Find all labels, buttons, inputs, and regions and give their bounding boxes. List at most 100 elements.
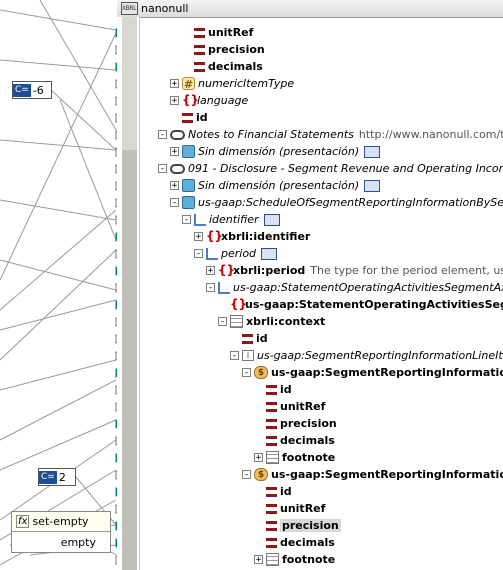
mapping-wire[interactable] <box>0 32 117 281</box>
tree-node[interactable]: unitRef <box>182 24 253 41</box>
tree-node[interactable]: decimals <box>254 432 335 449</box>
tree-node[interactable]: - period <box>194 245 278 262</box>
tree-node[interactable]: -$us-gaap:SegmentReportingInformationRev… <box>242 364 503 381</box>
collapse-toggle[interactable]: - <box>182 215 191 225</box>
constant-badge: C= <box>39 470 57 484</box>
mapping-wire[interactable] <box>49 88 117 151</box>
mapping-wire[interactable] <box>0 9 117 31</box>
glasses-icon <box>170 163 185 174</box>
tree-node[interactable]: +{} xbrli:identifier <box>194 228 310 245</box>
tree-node-description: http://www.nanonull.com/taxonom <box>358 128 503 141</box>
expand-toggle[interactable]: + <box>194 232 203 242</box>
collapse-toggle[interactable]: - <box>158 164 167 174</box>
dimension-settings-button[interactable] <box>263 213 280 226</box>
tree-node-label: id <box>256 332 268 345</box>
tree-node-label: us-gaap:SegmentReportingInformationOpera… <box>271 468 503 481</box>
tree-node[interactable]: id <box>254 483 292 500</box>
tree-node-label: id <box>280 485 292 498</box>
tree-node-label: decimals <box>280 434 335 447</box>
tree-node[interactable]: + footnote <box>254 449 335 466</box>
tree-node[interactable]: + # numericItemType <box>170 75 294 92</box>
collapse-toggle[interactable]: - <box>218 317 227 327</box>
constant-value: -6 <box>32 83 44 97</box>
tree-node[interactable]: id <box>230 330 268 347</box>
collapse-toggle[interactable]: - <box>230 351 239 361</box>
tree-node[interactable]: unitRef <box>254 398 325 415</box>
brace-icon: {} <box>206 229 224 243</box>
tree-node-label: us-gaap:SegmentReportingInformationReven… <box>271 366 503 379</box>
expand-toggle[interactable]: + <box>170 79 179 89</box>
tree-node[interactable]: decimals <box>254 534 335 551</box>
expand-toggle[interactable]: + <box>206 266 215 276</box>
period-icon <box>218 281 230 294</box>
expand-toggle[interactable]: + <box>254 453 263 463</box>
mapping-wire[interactable] <box>39 0 117 131</box>
tree-node[interactable]: {} us-gaap:StatementOperatingActivitiesSe… <box>218 296 503 313</box>
tree-node-label: xbrli:period <box>233 264 306 277</box>
tree-node[interactable]: + Sin dimensión (presentación) <box>170 177 381 194</box>
function-box-set-empty[interactable]: fx set-empty empty <box>11 511 111 553</box>
table-icon <box>266 451 279 464</box>
expand-toggle[interactable]: + <box>170 96 179 106</box>
tree-node-label: precision <box>208 43 265 56</box>
scrollbar-thumb[interactable] <box>122 150 137 570</box>
collapse-toggle[interactable]: - <box>206 283 215 293</box>
tree-node[interactable]: - Notes to Financial Statements http://www… <box>158 126 503 143</box>
component-header[interactable]: XBRL nanonull <box>117 0 503 18</box>
tree-node[interactable]: - i us-gaap:SegmentReportingInformationLin… <box>230 347 503 364</box>
tree-node[interactable]: +{} xbrli:period The type for the period e… <box>206 262 503 279</box>
collapse-toggle[interactable]: - <box>158 130 167 140</box>
tree-node[interactable]: + Sin dimensión (presentación) <box>170 143 381 160</box>
xbrl-icon: XBRL <box>121 2 138 15</box>
tree-node-label: decimals <box>280 536 335 549</box>
constant-box-2[interactable]: C= 2 <box>38 468 76 486</box>
mapping-canvas[interactable]: XBRL nanonull C= -6 C= 2 fx set-empty em… <box>0 0 503 570</box>
tree-node-label: 091 - Disclosure - Segment Revenue and O… <box>188 162 503 175</box>
function-header: fx set-empty <box>12 512 110 532</box>
expand-toggle[interactable]: + <box>170 147 179 157</box>
mapping-wire[interactable] <box>0 359 117 391</box>
tree-node-label: period <box>221 247 257 260</box>
tree-node[interactable]: precision <box>254 415 337 432</box>
tree-node[interactable]: id <box>170 109 208 126</box>
tree-node[interactable]: - 091 - Disclosure - Segment Revenue and … <box>158 160 503 177</box>
tree-node-label: unitRef <box>208 26 254 39</box>
tree-node-label: precision <box>280 519 341 532</box>
dimension-settings-button[interactable] <box>364 179 381 192</box>
mapping-wire[interactable] <box>59 99 117 241</box>
tree-node[interactable]: - xbrli:context <box>218 313 325 330</box>
tree-node[interactable]: +{} language <box>170 92 248 109</box>
constant-box-1[interactable]: C= -6 <box>12 81 52 99</box>
bars-icon <box>266 537 277 548</box>
tree-node[interactable]: id <box>254 381 292 398</box>
dimension-settings-button[interactable] <box>364 145 381 158</box>
period-icon <box>194 213 206 226</box>
tree-node[interactable]: - us-gaap:StatementOperatingActivitiesSeg… <box>206 279 503 296</box>
tree-node[interactable]: -$us-gaap:SegmentReportingInformationOpe… <box>242 466 503 483</box>
function-name: set-empty <box>32 515 89 528</box>
mapping-wire[interactable] <box>0 59 117 71</box>
mapping-wire[interactable] <box>0 259 117 291</box>
expand-toggle[interactable]: + <box>254 555 263 565</box>
collapse-toggle[interactable]: - <box>242 470 251 480</box>
dimension-icon <box>182 179 195 192</box>
tree-node-label: precision <box>280 417 337 430</box>
mapping-wire[interactable] <box>0 199 117 221</box>
tree-node[interactable]: + footnote <box>254 551 335 568</box>
tree-node[interactable]: precision <box>254 517 341 534</box>
collapse-toggle[interactable]: - <box>194 249 203 259</box>
mapping-wire[interactable] <box>0 139 117 151</box>
collapse-toggle[interactable]: - <box>170 198 179 208</box>
dimension-settings-button[interactable] <box>261 247 278 260</box>
tree-node-label: xbrli:identifier <box>221 230 311 243</box>
tree-node[interactable]: precision <box>182 41 265 58</box>
mapping-wire[interactable] <box>0 419 117 471</box>
mapping-wire[interactable] <box>0 209 117 311</box>
tree-node[interactable]: - identifier <box>182 211 280 228</box>
collapse-toggle[interactable]: - <box>242 368 251 378</box>
tree-node[interactable]: unitRef <box>254 500 325 517</box>
tree-node[interactable]: decimals <box>182 58 263 75</box>
expand-toggle[interactable]: + <box>170 181 179 191</box>
tree-node[interactable]: - us-gaap:ScheduleOfSegmentReportingInfor… <box>170 194 503 211</box>
mapping-wire[interactable] <box>0 379 117 441</box>
